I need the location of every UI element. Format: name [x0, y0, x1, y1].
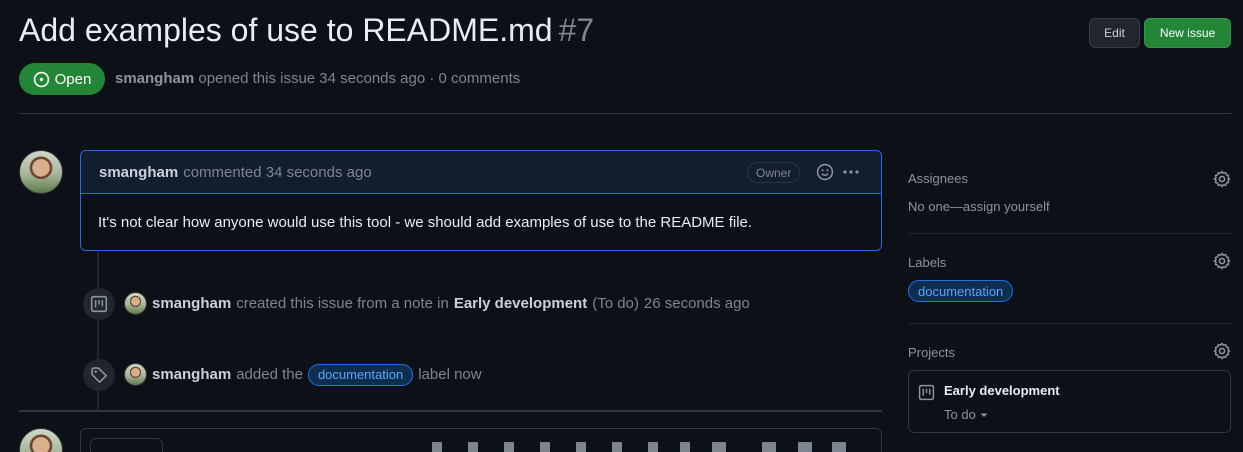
- label-documentation[interactable]: documentation: [307, 363, 414, 386]
- avatar[interactable]: [124, 292, 147, 315]
- comment-body: It's not clear how anyone would use this…: [81, 194, 881, 250]
- event-author-link[interactable]: smangham: [152, 295, 231, 312]
- state-label: Open: [54, 70, 92, 88]
- project-card[interactable]: [908, 370, 1231, 433]
- project-link[interactable]: Early development: [454, 295, 587, 312]
- avatar[interactable]: [124, 363, 147, 386]
- toolbar-icons[interactable]: [432, 440, 852, 452]
- edit-button[interactable]: Edit: [1089, 18, 1140, 48]
- timeline-event-created: smangham created this issue from a note …: [124, 292, 750, 315]
- gear-icon[interactable]: [1213, 252, 1231, 270]
- event-author-link[interactable]: smangham: [152, 366, 231, 383]
- markdown-toolbar[interactable]: [432, 440, 852, 452]
- issue-title: Add examples of use to README.md: [19, 12, 553, 48]
- project-column: (To do): [592, 295, 639, 312]
- project-name[interactable]: Early development: [944, 383, 1060, 398]
- state-badge: Open: [19, 63, 105, 95]
- gear-icon[interactable]: [1213, 170, 1231, 188]
- comment-author-link[interactable]: smangham: [99, 164, 178, 181]
- avatar[interactable]: [19, 428, 63, 452]
- smiley-icon[interactable]: [816, 163, 834, 181]
- avatar[interactable]: [19, 150, 63, 194]
- assign-yourself-link[interactable]: No one—assign yourself: [908, 199, 1050, 214]
- issue-meta: smangham opened this issue 34 seconds ag…: [115, 70, 520, 87]
- event-text-post: label now: [418, 366, 482, 383]
- event-text: added the: [236, 366, 303, 383]
- kebab-horizontal-icon[interactable]: [841, 162, 861, 182]
- sidebar-label-documentation[interactable]: documentation: [908, 280, 1014, 302]
- event-text: created this issue from a note in: [236, 295, 449, 312]
- project-icon: [83, 288, 115, 320]
- header-divider: [19, 113, 1231, 114]
- tag-icon: [83, 359, 115, 391]
- chevron-down-icon: [980, 413, 988, 417]
- event-time[interactable]: 26 seconds ago: [644, 295, 750, 312]
- sidebar-divider: [908, 233, 1231, 234]
- issue-number: #7: [558, 12, 595, 48]
- sidebar-divider: [908, 323, 1231, 324]
- issue-author-link[interactable]: smangham: [115, 70, 194, 87]
- project-column-select[interactable]: To do: [944, 407, 988, 422]
- timeline-divider: [19, 410, 882, 412]
- comment-meta[interactable]: commented 34 seconds ago: [183, 164, 371, 181]
- new-issue-button[interactable]: New issue: [1144, 18, 1231, 48]
- write-tab[interactable]: [90, 438, 163, 452]
- issue-title-row: Add examples of use to README.md #7: [19, 12, 594, 49]
- issue-opened-icon: [33, 71, 49, 87]
- owner-badge: Owner: [747, 162, 801, 183]
- labels-heading: Labels: [908, 255, 947, 270]
- comment-header: smangham commented 34 seconds ago Owner: [81, 151, 881, 194]
- project-icon: [918, 384, 935, 401]
- projects-heading: Projects: [908, 345, 955, 360]
- project-column-label: To do: [944, 407, 976, 422]
- issue-opened-text: opened this issue 34 seconds ago · 0 com…: [198, 70, 521, 87]
- timeline-event-labeled: smangham added the documentation label n…: [124, 363, 482, 386]
- gear-icon[interactable]: [1213, 342, 1231, 360]
- comment: smangham commented 34 seconds ago Owner …: [80, 150, 882, 251]
- assignees-heading: Assignees: [908, 171, 968, 186]
